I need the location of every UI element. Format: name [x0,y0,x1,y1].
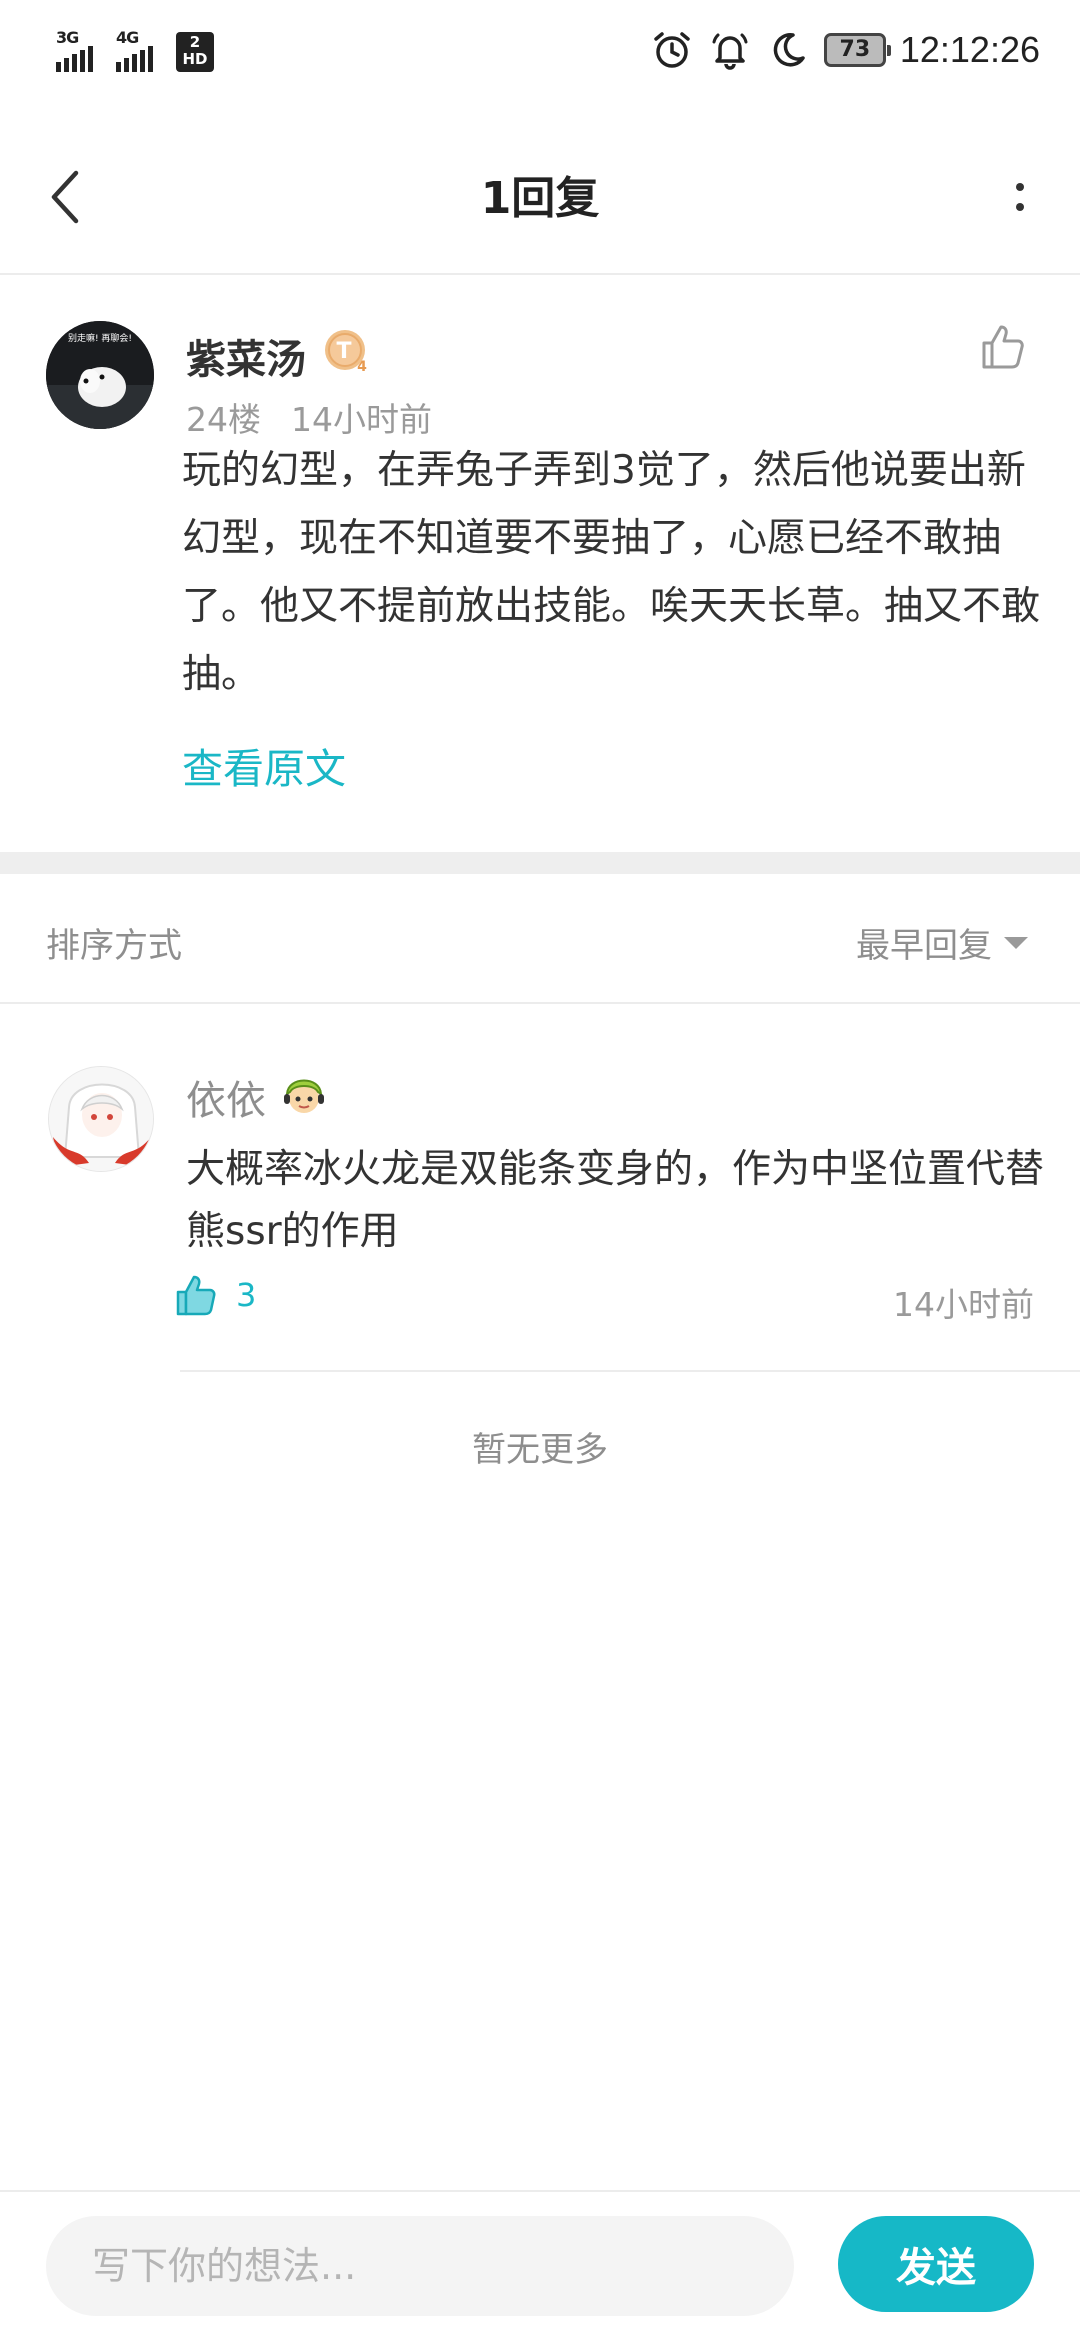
sort-label: 排序方式 [46,926,182,966]
post-meta: 24楼 14小时前 [186,393,432,441]
level-badge-number: 4 [357,359,367,375]
avatar-image: 别走嘛! 再聊会! [46,321,154,429]
sticker-badge-icon [284,1079,324,1113]
status-bar-right: 73 12:12:26 [650,28,1040,72]
sim-badge-bottom: HD [182,50,208,68]
post-body: 玩的幻型，在弄兔子弄到3觉了，然后他说要出新幻型，现在不知道要不要抽了，心愿已经… [182,448,1041,697]
moon-icon [773,33,805,67]
post-time: 14小时前 [291,400,432,439]
network-type-2: 4G [116,28,139,47]
thumbs-up-outline-icon[interactable] [976,321,1028,373]
status-bar-left: 3G 4G 2 HD [56,28,214,72]
comment-composer: 发送 [0,2190,1080,2340]
level-badge-icon: T 4 [325,330,367,375]
no-more-indicator: 暂无更多 [472,1430,608,1470]
sim-badge-top: 2 [189,33,201,51]
reply-divider [180,1370,1080,1372]
reply-body: 大概率冰火龙是双能条变身的，作为中坚位置代替熊ssr的作用 [186,1147,1045,1254]
sort-bar: 排序方式 最早回复 [0,874,1080,1004]
more-options-button[interactable] [990,162,1050,232]
reply-like-button[interactable]: 3 [174,1272,256,1318]
send-button[interactable]: 发送 [838,2216,1034,2312]
sort-selected-value: 最早回复 [856,926,992,966]
view-original-link[interactable]: 查看原文 [182,735,346,795]
status-bar: 3G 4G 2 HD 73 12:12:26 [0,0,1080,110]
signal-3g-icon: 3G [56,28,102,72]
original-post: 别走嘛! 再聊会! 紫菜汤 T 4 24楼 14小时前 玩的幻型，在弄兔子弄到3觉… [0,277,1080,852]
reply-like-count: 3 [236,1276,257,1314]
bell-icon [712,33,748,70]
top-app-bar: 1回复 [0,110,1080,275]
post-author-avatar[interactable]: 别走嘛! 再聊会! [46,321,154,429]
battery-icon: 73 [823,33,891,67]
hd-voice-icon: 2 HD [176,32,214,72]
page-title: 1回复 [480,173,600,224]
sort-dropdown[interactable]: 最早回复 [856,918,1028,967]
comment-input[interactable] [46,2216,794,2316]
reply-author-name[interactable]: 依依 [186,1068,266,1126]
reply-author-avatar[interactable] [48,1066,154,1172]
post-floor: 24楼 [186,400,261,439]
reply-time: 14小时前 [893,1285,1034,1324]
more-vertical-icon [1016,183,1024,191]
caret-down-icon [1004,936,1028,949]
alarm-icon [654,32,690,68]
avatar-image [49,1067,153,1171]
thumbs-up-filled-icon [176,1275,216,1316]
avatar-caption: 别走嘛! 再聊会! [68,332,132,344]
reply-item: 依依 大概率冰火龙是双能条变身的，作为中坚位置代替熊ssr的作用 3 14小时前 [0,1004,1080,1374]
status-clock: 12:12:26 [899,29,1040,70]
post-author-name[interactable]: 紫菜汤 [186,327,306,385]
level-badge-letter: T [336,339,351,364]
signal-4g-icon: 4G [116,28,162,72]
section-divider [0,852,1080,874]
network-type-1: 3G [56,28,79,47]
